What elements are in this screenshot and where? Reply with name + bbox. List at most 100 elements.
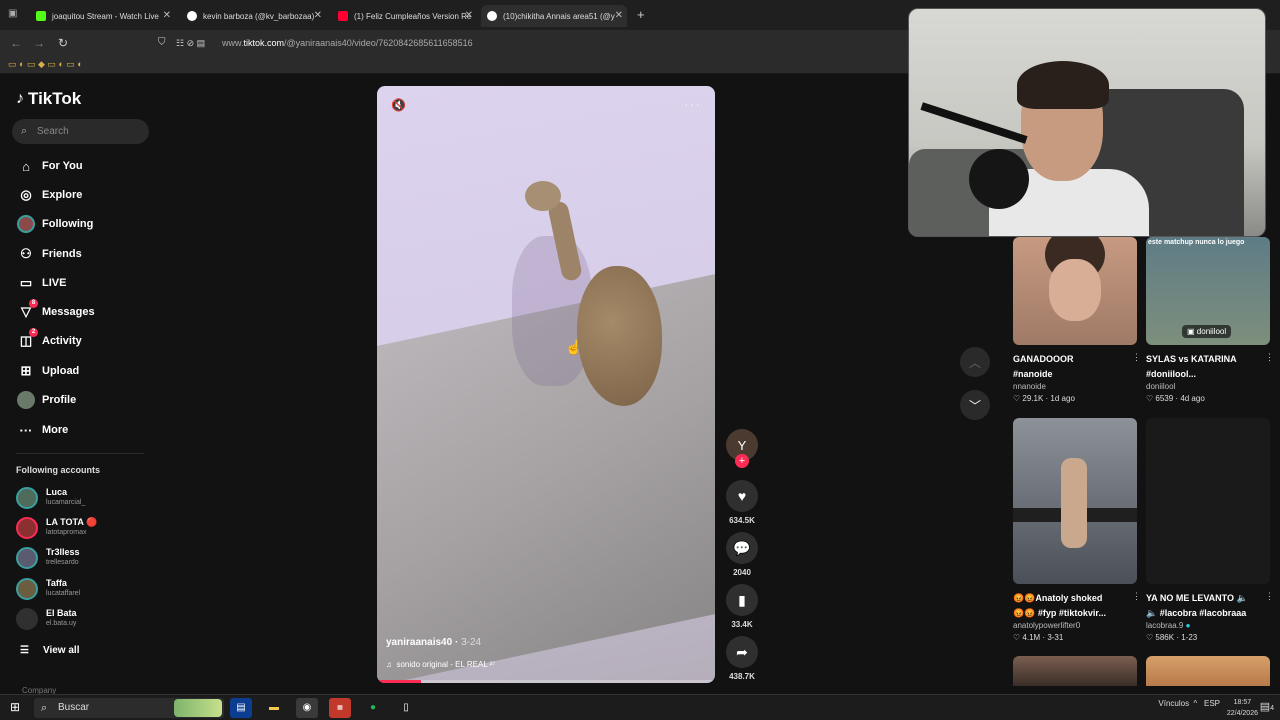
browser-tab-4-active[interactable]: (10)chikitha Annais area51 (@y ✕ <box>481 5 627 27</box>
video-sound[interactable]: ♫ sonido original - EL REAL ²⁷ <box>386 660 495 669</box>
next-video-button[interactable]: ﹀ <box>960 390 990 420</box>
browser-tab-3[interactable]: (1) Feliz Cumpleaños Version Re ✕ <box>332 5 477 27</box>
chevron-up-icon[interactable]: ^ <box>1194 699 1198 708</box>
address-bar[interactable]: www.tiktok.com/@yaniraanais40/video/7620… <box>222 38 473 48</box>
comment-button[interactable]: 💬 2040 <box>726 532 758 577</box>
file-explorer-icon[interactable]: ▬ <box>263 698 285 718</box>
spotify-icon[interactable]: ● <box>362 698 384 718</box>
nav-label: Messages <box>42 306 95 318</box>
card-menu-icon[interactable]: ⋮ <box>1132 352 1141 363</box>
bookmark-button[interactable]: ▮ 33.4K <box>726 584 758 629</box>
notepad-icon[interactable]: ▯ <box>395 698 417 718</box>
sidebar-item-profile[interactable]: Profile <box>16 389 76 411</box>
chevron-up-icon: ︿ <box>968 355 981 370</box>
language-indicator[interactable]: ESP <box>1204 699 1220 708</box>
compass-icon: ◎ <box>20 187 32 202</box>
sidebar-item-following[interactable]: Following <box>16 213 93 235</box>
recommended-video-card[interactable]: 😡😡Anatoly shoked 😡😡 #fyp #tiktokvir... ⋮… <box>1013 418 1141 642</box>
bookmark-count: 33.4K <box>731 620 753 629</box>
notifications-icon[interactable]: ▤4 <box>1260 700 1274 713</box>
card-age: 3-31 <box>1047 633 1064 642</box>
search-placeholder: Search <box>37 126 69 137</box>
video-thumbnail-partial[interactable] <box>1146 656 1270 686</box>
avatar <box>16 547 38 569</box>
sidebar-item-friends[interactable]: ⚇ Friends <box>16 243 82 265</box>
taskbar-clock[interactable]: 18:57 22/4/2026 <box>1227 697 1258 719</box>
url-path: /@yaniraanais40/video/762084268561165851… <box>284 38 473 48</box>
recommended-video-card[interactable]: YA NO ME LEVANTO 🔈 🔈 #lacobra #lacobraaa… <box>1146 418 1274 642</box>
tab-menu-icon[interactable]: ▣ <box>8 8 17 19</box>
video-thumbnail-partial[interactable] <box>1013 656 1137 686</box>
video-date: 3-24 <box>461 637 482 648</box>
twitch-app-icon[interactable]: ▤ <box>230 698 252 718</box>
back-icon[interactable]: ← <box>10 36 22 50</box>
sidebar-item-explore[interactable]: ◎ Explore <box>16 184 82 206</box>
site-settings-icon[interactable]: ☷ ⊘ ▤ <box>176 38 205 49</box>
video-author[interactable]: yaniraanais40 · 3-24 <box>386 637 481 648</box>
video-player[interactable]: 🔇 ··· ☝ yaniraanais40 · 3-24 ♫ sonido or… <box>377 86 715 683</box>
browser-app-icon[interactable]: ◉ <box>296 698 318 718</box>
card-menu-icon[interactable]: ⋮ <box>1132 591 1141 602</box>
new-tab-icon[interactable]: + <box>637 7 645 22</box>
sidebar-item-upload[interactable]: ⊞ Upload <box>16 360 80 382</box>
card-author[interactable]: anatolypowerlifter0 <box>1013 621 1137 630</box>
nav-label: Upload <box>42 365 80 377</box>
like-button[interactable]: ♥ 634.5K <box>726 480 758 525</box>
nav-label: Friends <box>42 248 82 260</box>
card-hashtags: #nanoide <box>1013 369 1053 379</box>
mute-icon[interactable]: 🔇 <box>391 98 406 112</box>
webcam-overlay <box>908 8 1266 237</box>
mouse-cursor-icon: ☝ <box>565 339 583 355</box>
card-likes: 4.1M <box>1022 633 1041 642</box>
video-thumbnail[interactable] <box>1146 418 1270 584</box>
sidebar-item-more[interactable]: ··· More <box>16 419 69 441</box>
follow-plus-icon[interactable]: + <box>735 454 749 468</box>
sidebar-item-messages[interactable]: ▽ 8 Messages <box>16 299 95 323</box>
close-tab-icon[interactable]: ✕ <box>314 10 322 21</box>
reload-icon[interactable]: ↻ <box>58 36 68 50</box>
logo-text: TikTok <box>28 89 82 108</box>
browser-tab-1[interactable]: joaquitou Stream - Watch Live ✕ <box>30 5 175 27</box>
card-author[interactable]: nnanoide <box>1013 382 1137 391</box>
tray-links-label[interactable]: Vínculos <box>1158 699 1189 708</box>
forward-icon[interactable]: → <box>33 36 45 50</box>
avatar <box>16 578 38 600</box>
sidebar-item-live[interactable]: ▭ LIVE <box>16 272 67 294</box>
live-icon: ▭ <box>19 275 33 290</box>
close-tab-icon[interactable]: ✕ <box>615 10 623 21</box>
view-all-button[interactable]: ☰ View all <box>20 645 79 656</box>
share-button[interactable]: ➦ 438.7K <box>726 636 758 681</box>
card-age: 1-23 <box>1181 633 1198 642</box>
taskbar-search[interactable]: ⌕ Buscar <box>34 698 224 718</box>
sidebar-item-activity[interactable]: ◫ 2 Activity <box>16 328 82 352</box>
shield-icon[interactable]: ⛉ <box>158 37 166 48</box>
card-author[interactable]: doniilool <box>1146 382 1270 391</box>
close-tab-icon[interactable]: ✕ <box>163 10 171 21</box>
card-menu-icon[interactable]: ⋮ <box>1265 352 1274 363</box>
heart-outline-icon: ♡ <box>1146 633 1154 642</box>
recommended-video-card[interactable]: GANADOOOR #nanoide ⋮ nnanoide ♡ 29.1K · … <box>1013 237 1141 403</box>
account-handle: latotapromax <box>46 529 87 536</box>
close-tab-icon[interactable]: ✕ <box>465 10 473 21</box>
bookmark-folder-icon[interactable]: ▭ ◐ ▭ ◆ ▭ ◐ ▭ ◐ <box>8 59 83 70</box>
heart-outline-icon: ♡ <box>1013 394 1021 403</box>
sidebar-item-for-you[interactable]: ⌂ For You <box>16 155 82 177</box>
media-app-icon[interactable]: ▦ <box>329 698 351 718</box>
browser-tab-2[interactable]: kevin barboza (@kv_barbozaa) ✕ <box>181 5 326 27</box>
windows-start-icon[interactable]: ⊞ <box>10 700 20 714</box>
video-thumbnail[interactable] <box>1013 237 1137 345</box>
video-thumbnail[interactable] <box>1013 418 1137 584</box>
recommended-video-card[interactable]: este matchup nunca lo juego ▣ doniilool … <box>1146 237 1274 403</box>
account-handle: lucataffarel <box>46 590 81 597</box>
card-menu-icon[interactable]: ⋮ <box>1265 591 1274 602</box>
search-input[interactable]: ⌕ Search <box>12 119 149 144</box>
previous-video-button[interactable]: ︿ <box>960 347 990 377</box>
tiktok-logo[interactable]: ♪ TikTok <box>16 89 81 109</box>
verified-icon: ● <box>1185 621 1191 630</box>
cam-mic-arm <box>920 102 1028 144</box>
video-thumbnail[interactable]: este matchup nunca lo juego ▣ doniilool <box>1146 237 1270 345</box>
more-options-icon[interactable]: ··· <box>684 96 701 112</box>
video-progress-bar[interactable] <box>377 680 715 683</box>
card-author[interactable]: lacobraa.9 ● <box>1146 621 1270 630</box>
heart-outline-icon: ♡ <box>1013 633 1021 642</box>
